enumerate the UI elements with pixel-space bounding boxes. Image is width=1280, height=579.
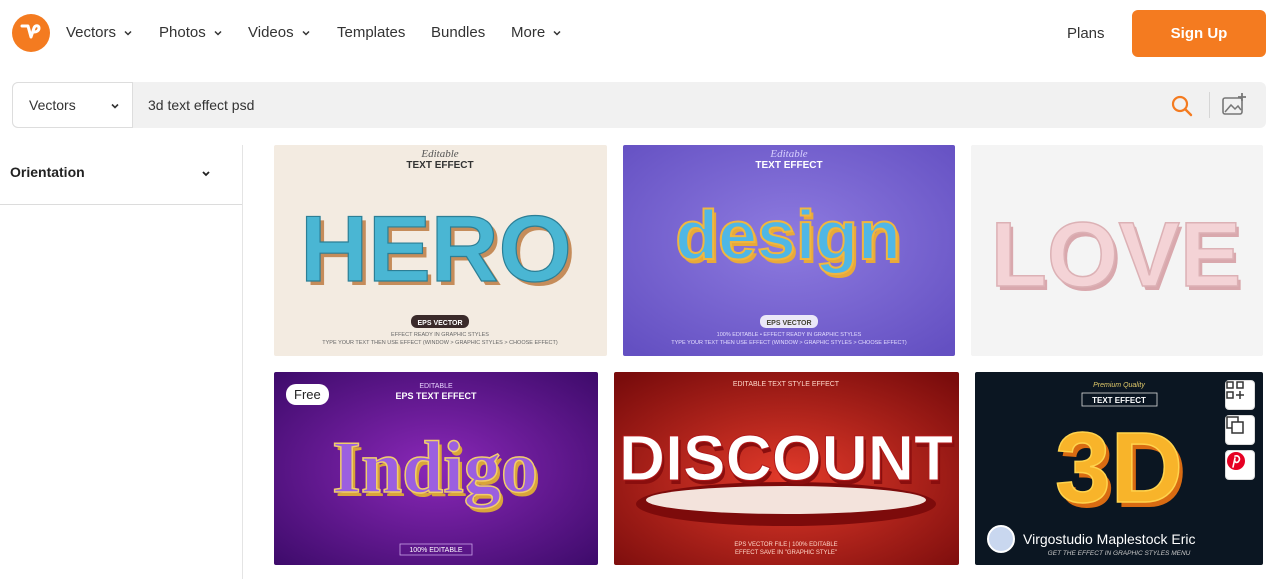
nav-bundles[interactable]: Bundles (431, 24, 485, 41)
thumb-small-label: Editable (420, 148, 458, 160)
search-icon[interactable] (1170, 94, 1194, 118)
result-card[interactable]: EDITABLE TEXT STYLE EFFECT DISCOUNT DISC… (614, 372, 959, 565)
pinterest-share-button[interactable] (1225, 450, 1255, 480)
result-card[interactable]: Premium Quality TEXT EFFECT 3D 3D GET TH… (975, 372, 1263, 565)
vecteezy-logo[interactable] (12, 14, 50, 52)
result-thumbnail: EDITABLE TEXT STYLE EFFECT DISCOUNT DISC… (614, 372, 959, 565)
logo-v-icon (20, 24, 41, 39)
thumb-bottom-label: 100% EDITABLE (409, 547, 463, 554)
thumb-title: Indigo (332, 427, 538, 509)
asset-type-select[interactable]: Vectors (12, 82, 133, 128)
thumb-line: EFFECT SAVE IN "GRAPHIC STYLE" (735, 550, 837, 556)
nav-templates[interactable]: Templates (337, 24, 405, 41)
result-thumbnail: Editable TEXT EFFECT design design EPS V… (623, 145, 955, 356)
free-badge: Free (286, 384, 329, 405)
thumb-small-label: Editable (769, 148, 807, 160)
find-similar-button[interactable] (1225, 415, 1255, 445)
chevron-down-icon (553, 30, 561, 36)
thumb-title: HERO (300, 196, 572, 301)
filter-label: Orientation (10, 164, 85, 180)
result-card[interactable]: Editable TEXT EFFECT design design EPS V… (623, 145, 955, 356)
thumb-top-label: EDITABLE TEXT STYLE EFFECT (733, 381, 840, 388)
chevron-down-icon (302, 30, 310, 36)
plans-link[interactable]: Plans (1067, 25, 1105, 42)
thumb-top-label: TEXT EFFECT (1092, 396, 1146, 405)
nav-vectors[interactable]: Vectors (66, 24, 133, 41)
thumb-small-label: Premium Quality (1093, 382, 1145, 389)
filter-orientation[interactable]: Orientation (0, 145, 242, 205)
thumb-title: design (675, 196, 901, 274)
thumb-title: 3D (1055, 412, 1183, 524)
result-card[interactable]: Editable TEXT EFFECT HERO HERO EPS VECTO… (274, 145, 607, 356)
pinterest-icon (1227, 452, 1245, 470)
sign-up-button[interactable]: Sign Up (1132, 10, 1266, 57)
thumb-top-label: EPS TEXT EFFECT (395, 391, 477, 401)
author-info[interactable]: Virgostudio Maplestock Eric (987, 525, 1195, 553)
similar-icon (1226, 416, 1244, 434)
thumb-line: 100% EDITABLE • EFFECT READY IN GRAPHIC … (717, 332, 862, 338)
thumb-badge: EPS VECTOR (418, 320, 463, 327)
nav-photos[interactable]: Photos (159, 24, 223, 41)
add-to-collection-button[interactable] (1225, 380, 1255, 410)
thumb-title: LOVE (991, 204, 1241, 306)
filter-sidebar: Orientation (0, 145, 243, 579)
result-thumbnail: LOVE LOVE (971, 145, 1263, 356)
avatar (987, 525, 1015, 553)
thumb-line: EFFECT READY IN GRAPHIC STYLES (391, 332, 489, 338)
thumb-line: TYPE YOUR TEXT THEN USE EFFECT (WINDOW >… (671, 340, 907, 346)
search-input[interactable]: 3d text effect psd (148, 97, 254, 113)
search-bar: Vectors 3d text effect psd (12, 82, 1266, 128)
collection-add-icon (1226, 381, 1244, 399)
thumb-line: EPS VECTOR FILE | 100% EDITABLE (734, 542, 837, 548)
thumb-badge: EPS VECTOR (767, 320, 812, 327)
result-thumbnail: Editable TEXT EFFECT HERO HERO EPS VECTO… (274, 145, 607, 356)
chevron-down-icon (214, 30, 222, 36)
thumb-line: TYPE YOUR TEXT THEN USE EFFECT (WINDOW >… (322, 340, 558, 346)
chevron-down-icon (111, 103, 119, 109)
author-name: Virgostudio Maplestock Eric (1023, 531, 1196, 547)
chevron-down-icon (202, 171, 210, 177)
result-card[interactable]: LOVE LOVE (971, 145, 1263, 356)
image-search-icon[interactable] (1220, 91, 1248, 119)
chevron-down-icon (124, 30, 132, 36)
nav-videos[interactable]: Videos (248, 24, 311, 41)
search-divider (1209, 92, 1210, 118)
thumb-small-label: EDITABLE (419, 383, 453, 390)
nav-more[interactable]: More (511, 24, 562, 41)
thumb-top-label: TEXT EFFECT (755, 160, 822, 171)
result-card[interactable]: EDITABLE EPS TEXT EFFECT Indigo Indigo 1… (274, 372, 598, 565)
thumb-top-label: TEXT EFFECT (406, 160, 473, 171)
top-navigation: Vectors Photos Videos Templates Bundles … (0, 0, 1280, 68)
thumb-title: DISCOUNT (619, 422, 953, 494)
